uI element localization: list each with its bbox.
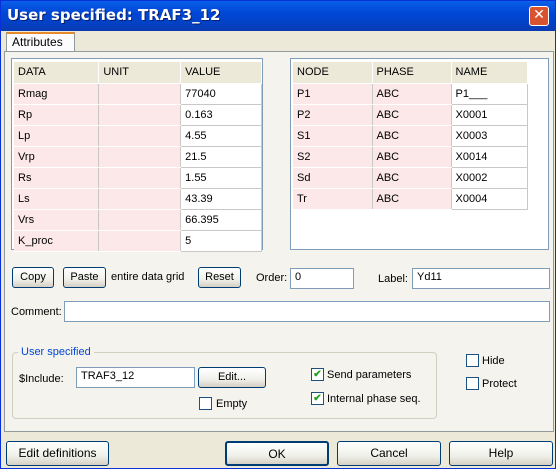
- data-grid-cell-data[interactable]: Ls: [14, 188, 100, 210]
- data-grid-cell-unit[interactable]: [98, 230, 182, 252]
- data-grid-cell-unit[interactable]: [98, 188, 182, 210]
- data-grid-cell-data[interactable]: Rp: [14, 104, 100, 126]
- node-grid-row: Tr ABC X0004: [293, 188, 528, 210]
- data-grid-cell-value[interactable]: 66.395: [180, 209, 262, 231]
- copy-button[interactable]: Copy: [12, 267, 54, 288]
- data-grid-cell-unit[interactable]: [98, 209, 182, 231]
- node-grid-cell-name[interactable]: X0014: [451, 146, 528, 168]
- include-input[interactable]: TRAF3_12: [76, 367, 195, 388]
- node-grid-cell-name[interactable]: X0004: [451, 188, 528, 210]
- data-grid-cell-data[interactable]: Vrp: [14, 146, 100, 168]
- node-grid-cell-phase[interactable]: ABC: [372, 125, 452, 147]
- data-grid: DATA UNIT VALUE Rmag 77040 Rp 0.163 Lp 4.55 Vr…: [11, 58, 263, 252]
- protect-label: Protect: [482, 378, 517, 390]
- node-grid-cell-name[interactable]: X0002: [451, 167, 528, 189]
- node-grid-cell-node[interactable]: S1: [293, 125, 373, 147]
- paste-button[interactable]: Paste: [63, 267, 106, 288]
- node-grid-cell-node[interactable]: P1: [293, 83, 373, 105]
- node-grid-cell-node[interactable]: S2: [293, 146, 373, 168]
- data-grid-row: Vrs 66.395: [14, 209, 262, 231]
- empty-checkbox[interactable]: [199, 397, 212, 410]
- node-grid-cell-phase[interactable]: ABC: [372, 188, 452, 210]
- node-grid-cell-node[interactable]: P2: [293, 104, 373, 126]
- node-grid: NODE PHASE NAME P1 ABC P1___ P2 ABC X0001 S1 AB…: [290, 58, 549, 250]
- help-button[interactable]: Help: [449, 441, 553, 466]
- node-grid-row: S1 ABC X0003: [293, 125, 528, 147]
- data-grid-cell-data[interactable]: Rmag: [14, 83, 100, 105]
- node-grid-row: P2 ABC X0001: [293, 104, 528, 126]
- data-grid-cell-value[interactable]: 43.39: [180, 188, 262, 210]
- node-grid-cell-phase[interactable]: ABC: [372, 104, 452, 126]
- data-grid-cell-unit[interactable]: [98, 104, 182, 126]
- data-grid-row: Ls 43.39: [14, 188, 262, 210]
- data-grid-row: Vrp 21.5: [14, 146, 262, 168]
- node-grid-cell-node[interactable]: Tr: [293, 188, 373, 210]
- data-grid-row: Rs 1.55: [14, 167, 262, 189]
- column-header-node[interactable]: NODE: [293, 62, 373, 84]
- comment-label: Comment:: [11, 306, 62, 318]
- ok-button[interactable]: OK: [225, 441, 329, 466]
- data-grid-cell-data[interactable]: Lp: [14, 125, 100, 147]
- node-grid-row: S2 ABC X0014: [293, 146, 528, 168]
- node-grid-row: P1 ABC P1___: [293, 83, 528, 105]
- node-grid-header: NODE PHASE NAME: [293, 62, 528, 84]
- node-grid-cell-name[interactable]: P1___: [451, 83, 528, 105]
- node-grid-cell-name[interactable]: X0003: [451, 125, 528, 147]
- empty-label: Empty: [216, 398, 248, 410]
- data-grid-cell-unit[interactable]: [98, 125, 182, 147]
- protect-checkbox[interactable]: [466, 377, 479, 390]
- window-title: User specified: TRAF3_12: [7, 6, 221, 24]
- label-label: Label:: [378, 273, 408, 285]
- hide-label: Hide: [482, 355, 505, 367]
- title-bar[interactable]: User specified: TRAF3_12 ✕: [1, 1, 555, 31]
- data-grid-cell-unit[interactable]: [98, 167, 182, 189]
- data-grid-cell-data[interactable]: Rs: [14, 167, 100, 189]
- column-header-value[interactable]: VALUE: [180, 62, 262, 84]
- data-grid-cell-value[interactable]: 77040: [180, 83, 262, 105]
- data-grid-cell-data[interactable]: Vrs: [14, 209, 100, 231]
- data-grid-row: Rp 0.163: [14, 104, 262, 126]
- hide-checkbox[interactable]: [466, 354, 479, 367]
- close-icon[interactable]: ✕: [529, 6, 549, 26]
- label-input[interactable]: Yd11: [412, 268, 550, 289]
- node-grid-cell-node[interactable]: Sd: [293, 167, 373, 189]
- send-parameters-label: Send parameters: [327, 369, 412, 381]
- order-label: Order:: [256, 272, 288, 284]
- data-grid-cell-value[interactable]: 0.163: [180, 104, 262, 126]
- data-grid-row: Rmag 77040: [14, 83, 262, 105]
- column-header-data[interactable]: DATA: [14, 62, 100, 84]
- data-grid-cell-unit[interactable]: [98, 83, 182, 105]
- tab-attributes[interactable]: Attributes: [6, 32, 75, 52]
- cancel-button[interactable]: Cancel: [337, 441, 441, 466]
- node-grid-cell-name[interactable]: X0001: [451, 104, 528, 126]
- node-grid-cell-phase[interactable]: ABC: [372, 167, 452, 189]
- column-header-name[interactable]: NAME: [451, 62, 528, 84]
- edit-definitions-button[interactable]: Edit definitions: [6, 441, 109, 466]
- internal-phase-label: Internal phase seq.: [327, 393, 421, 405]
- dialog-window: User specified: TRAF3_12 ✕ Attributes DA…: [0, 0, 556, 469]
- data-grid-row: K_proc 5: [14, 230, 262, 252]
- node-grid-cell-phase[interactable]: ABC: [372, 146, 452, 168]
- column-header-unit[interactable]: UNIT: [98, 62, 182, 84]
- node-grid-cell-phase[interactable]: ABC: [372, 83, 452, 105]
- user-specified-group-title: User specified: [18, 346, 94, 358]
- data-grid-row: Lp 4.55: [14, 125, 262, 147]
- comment-input[interactable]: [64, 301, 550, 322]
- data-grid-cell-value[interactable]: 4.55: [180, 125, 262, 147]
- internal-phase-checkbox[interactable]: ✔: [311, 392, 324, 405]
- reset-button[interactable]: Reset: [198, 267, 241, 288]
- send-parameters-checkbox[interactable]: ✔: [311, 368, 324, 381]
- order-input[interactable]: 0: [290, 268, 354, 289]
- node-grid-row: Sd ABC X0002: [293, 167, 528, 189]
- edit-button[interactable]: Edit...: [198, 367, 266, 388]
- column-header-phase[interactable]: PHASE: [372, 62, 452, 84]
- data-grid-cell-value[interactable]: 1.55: [180, 167, 262, 189]
- entire-data-grid-text: entire data grid: [111, 271, 185, 283]
- data-grid-cell-data[interactable]: K_proc: [14, 230, 100, 252]
- include-label: $Include:: [19, 373, 64, 385]
- data-grid-header: DATA UNIT VALUE: [14, 62, 262, 84]
- data-grid-cell-value[interactable]: 21.5: [180, 146, 262, 168]
- data-grid-cell-value[interactable]: 5: [180, 230, 262, 252]
- data-grid-cell-unit[interactable]: [98, 146, 182, 168]
